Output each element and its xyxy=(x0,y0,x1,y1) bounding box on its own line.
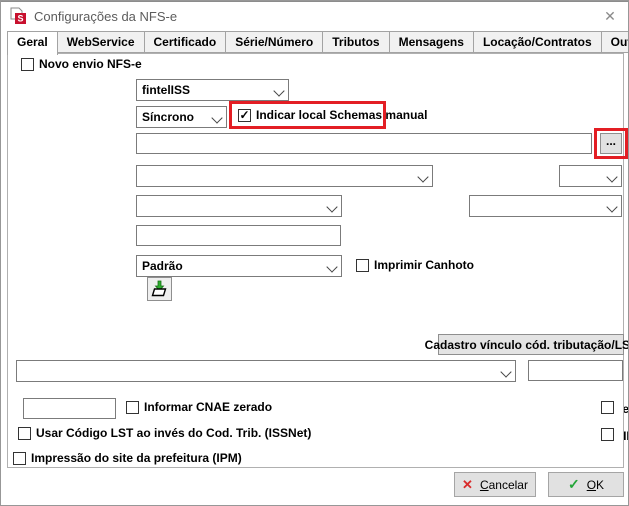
chevron-down-icon xyxy=(418,172,427,181)
nfse-settings-dialog: S Configurações da NFS-e ✕ Geral WebServ… xyxy=(0,0,629,506)
adicionar-qtd-checkbox[interactable] xyxy=(601,401,614,414)
tab-serie-numero[interactable]: Série/Número xyxy=(225,31,323,53)
tipo-impressao-select[interactable]: Padrão xyxy=(136,255,342,277)
tipo-impressao-value: Padrão xyxy=(142,259,183,273)
chevron-down-icon xyxy=(327,262,336,271)
schemas-provedor-value: fintelISS xyxy=(142,83,190,97)
ok-check-icon: ✓ xyxy=(568,476,580,493)
tab-webservice[interactable]: WebService xyxy=(57,31,145,53)
import-image-icon xyxy=(150,280,169,298)
tab-strip: Geral WebService Certificado Série/Númer… xyxy=(7,31,629,55)
novo-envio-checkbox[interactable]: Novo envio NFS-e xyxy=(21,58,142,71)
logomarca-upload-button[interactable] xyxy=(147,277,172,301)
metodo-value: Síncrono xyxy=(142,110,194,124)
item-lista-select[interactable] xyxy=(16,360,516,382)
nome-prefeitura-input[interactable] xyxy=(136,225,341,246)
situacao-tributaria-select[interactable] xyxy=(136,165,433,187)
chevron-down-icon xyxy=(212,113,221,122)
svg-text:S: S xyxy=(17,14,23,24)
checkbox-box xyxy=(13,452,26,465)
usar-lst-checkbox[interactable]: Usar Código LST ao invés do Cod. Trib. (… xyxy=(18,427,311,440)
informar-cnae-label: Informar CNAE zerado xyxy=(144,401,272,414)
indicar-local-label: Indicar local Schemas manual xyxy=(256,109,427,122)
chevron-down-icon xyxy=(501,367,510,376)
ok-button[interactable]: ✓ OK xyxy=(548,472,624,497)
close-icon[interactable]: ✕ xyxy=(598,5,622,27)
regime-apuracao-select[interactable] xyxy=(469,195,622,217)
chevron-down-icon xyxy=(274,86,283,95)
schemas-provedor-select[interactable]: fintelISS xyxy=(136,79,289,101)
checkbox-box xyxy=(18,427,31,440)
indicar-local-checkbox[interactable]: ✓ Indicar local Schemas manual xyxy=(238,109,427,122)
browse-schemas-button[interactable]: ... xyxy=(600,133,622,154)
chevron-down-icon xyxy=(607,202,616,211)
tab-mensagens[interactable]: Mensagens xyxy=(389,31,474,53)
checkbox-box xyxy=(356,259,369,272)
checkbox-box xyxy=(126,401,139,414)
impressao-site-label: Impressão do site da prefeitura (IPM) xyxy=(31,452,242,465)
tab-outros[interactable]: Outros xyxy=(601,31,629,53)
chevron-down-icon xyxy=(327,202,336,211)
window-title: Configurações da NFS-e xyxy=(34,9,177,24)
atualizar-endereco-checkbox[interactable] xyxy=(601,428,614,441)
imprimir-canhoto-checkbox[interactable]: Imprimir Canhoto xyxy=(356,259,474,272)
tab-geral[interactable]: Geral xyxy=(7,31,58,55)
incentivador-cultural-select[interactable] xyxy=(559,165,622,187)
item-lista-code-input[interactable] xyxy=(528,360,623,381)
local-schemas-input[interactable] xyxy=(136,133,592,154)
imprimir-canhoto-label: Imprimir Canhoto xyxy=(374,259,474,272)
tab-tributos[interactable]: Tributos xyxy=(322,31,389,53)
app-icon: S xyxy=(9,7,27,25)
ok-button-label: OK xyxy=(587,478,604,492)
tab-locacao-contratos[interactable]: Locação/Contratos xyxy=(473,31,602,53)
cancel-button[interactable]: ✕ Cancelar xyxy=(454,472,536,497)
novo-envio-label: Novo envio NFS-e xyxy=(39,58,142,71)
informar-cnae-checkbox[interactable]: Informar CNAE zerado xyxy=(126,401,272,414)
cancel-button-label: Cancelar xyxy=(480,478,528,492)
codigo-tributacao-input[interactable] xyxy=(23,398,116,419)
usar-lst-label: Usar Código LST ao invés do Cod. Trib. (… xyxy=(36,427,311,440)
checkbox-checked-box: ✓ xyxy=(238,109,251,122)
metodo-select[interactable]: Síncrono xyxy=(136,106,227,128)
impressao-site-checkbox[interactable]: Impressão do site da prefeitura (IPM) xyxy=(13,452,242,465)
title-bar: S Configurações da NFS-e ✕ xyxy=(1,1,628,30)
cancel-x-icon: ✕ xyxy=(462,477,473,493)
regime-tributacao-select[interactable] xyxy=(136,195,342,217)
chevron-down-icon xyxy=(607,172,616,181)
checkbox-box xyxy=(21,58,34,71)
cadastro-vinculo-button[interactable]: Cadastro vínculo cód. tributação/LST xyxy=(438,334,624,355)
tab-certificado[interactable]: Certificado xyxy=(144,31,227,53)
